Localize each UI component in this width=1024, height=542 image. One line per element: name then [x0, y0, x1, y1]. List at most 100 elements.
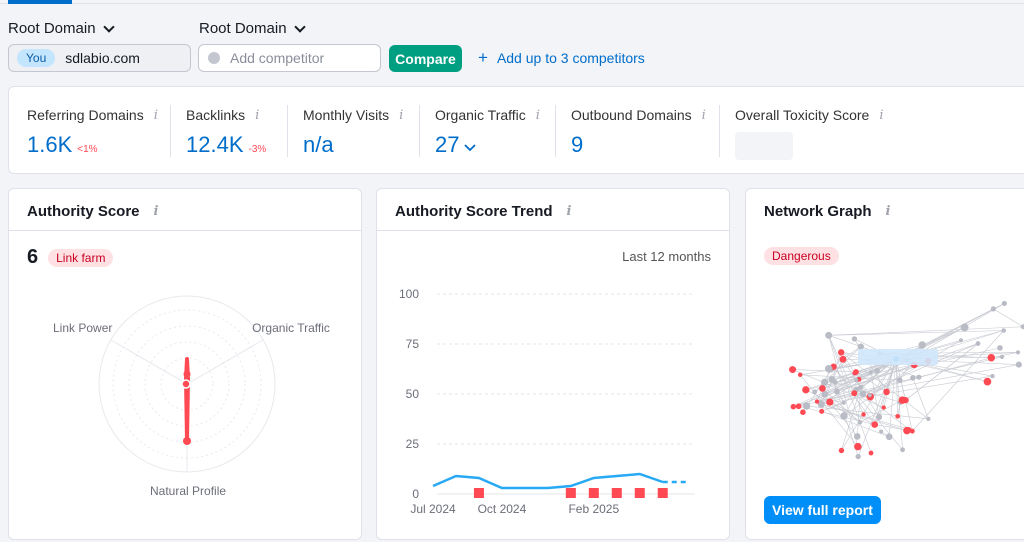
network-node[interactable]: [832, 380, 838, 385]
network-node[interactable]: [852, 370, 858, 376]
network-node[interactable]: [851, 390, 858, 397]
network-node[interactable]: [851, 336, 858, 342]
network-node[interactable]: [797, 372, 803, 378]
network-node[interactable]: [854, 442, 862, 451]
network-node[interactable]: [861, 412, 866, 417]
info-icon[interactable]: i: [154, 108, 158, 123]
info-icon[interactable]: i: [879, 108, 883, 123]
your-domain-field[interactable]: You sdlabio.com: [8, 44, 191, 72]
network-node[interactable]: [1001, 328, 1006, 333]
root-domain-dropdown-2[interactable]: Root Domain: [199, 20, 306, 37]
network-node[interactable]: [916, 374, 922, 380]
network-node[interactable]: [800, 409, 806, 415]
info-icon[interactable]: i: [255, 108, 259, 123]
metric-value[interactable]: 1.6K: [27, 132, 72, 158]
network-node[interactable]: [826, 398, 834, 406]
network-node[interactable]: [814, 399, 820, 404]
network-node[interactable]: [812, 389, 818, 395]
info-icon[interactable]: i: [567, 204, 572, 219]
network-node[interactable]: [839, 355, 847, 363]
network-node[interactable]: [1015, 361, 1022, 368]
network-node[interactable]: [881, 405, 886, 410]
network-node[interactable]: [898, 396, 907, 404]
network-node[interactable]: [867, 393, 872, 398]
network-node[interactable]: [990, 373, 995, 379]
event-marker[interactable]: [657, 488, 668, 498]
network-node[interactable]: [885, 433, 893, 441]
network-node[interactable]: [879, 429, 884, 434]
network-node[interactable]: [883, 388, 890, 396]
info-icon[interactable]: i: [536, 108, 540, 123]
network-node[interactable]: [841, 400, 846, 405]
metric-value[interactable]: 9: [571, 132, 583, 158]
network-node[interactable]: [918, 341, 926, 349]
network-node[interactable]: [790, 403, 797, 410]
network-node[interactable]: [990, 306, 997, 312]
event-marker[interactable]: [565, 488, 576, 498]
network-node[interactable]: [926, 416, 931, 421]
network-node[interactable]: [833, 388, 840, 395]
network-node[interactable]: [789, 366, 797, 374]
network-node[interactable]: [821, 390, 829, 398]
network-node[interactable]: [853, 433, 861, 440]
divider: [419, 105, 420, 157]
network-node[interactable]: [802, 402, 811, 410]
network-node[interactable]: [868, 370, 873, 375]
network-node[interactable]: [802, 386, 810, 394]
network-node[interactable]: [960, 323, 969, 332]
network-node[interactable]: [837, 349, 845, 356]
network-node[interactable]: [903, 426, 911, 435]
metric-referring-domains[interactable]: Referring Domains i 1.6K <1%: [27, 107, 158, 158]
network-node[interactable]: [875, 413, 883, 421]
chevron-down-icon[interactable]: [464, 144, 477, 152]
network-node[interactable]: [896, 377, 903, 384]
network-node[interactable]: [975, 341, 981, 347]
info-icon[interactable]: i: [702, 108, 706, 123]
network-node[interactable]: [853, 377, 859, 383]
add-competitors-link[interactable]: + Add up to 3 competitors: [478, 49, 645, 66]
view-full-report-button[interactable]: View full report: [764, 496, 881, 524]
network-node[interactable]: [874, 367, 880, 374]
network-node[interactable]: [795, 403, 802, 410]
network-graph[interactable]: [746, 259, 1024, 499]
network-node[interactable]: [859, 390, 867, 398]
network-node[interactable]: [910, 375, 916, 381]
network-node[interactable]: [987, 353, 996, 362]
metric-value[interactable]: 27: [435, 132, 459, 158]
network-node[interactable]: [871, 421, 879, 428]
network-node[interactable]: [983, 377, 992, 386]
event-marker[interactable]: [634, 488, 645, 498]
network-node[interactable]: [855, 453, 861, 460]
event-marker[interactable]: [588, 488, 599, 498]
network-node[interactable]: [997, 345, 1003, 351]
network-node[interactable]: [999, 354, 1005, 359]
info-icon[interactable]: i: [154, 204, 159, 219]
event-marker[interactable]: [611, 488, 622, 498]
info-icon[interactable]: i: [886, 204, 891, 219]
network-node[interactable]: [857, 420, 863, 425]
metric-monthly-visits[interactable]: Monthly Visits i n/a: [303, 107, 403, 158]
network-node[interactable]: [868, 450, 874, 456]
network-node[interactable]: [840, 412, 848, 420]
root-domain-dropdown-1[interactable]: Root Domain: [8, 20, 115, 37]
network-node[interactable]: [820, 378, 829, 386]
network-node[interactable]: [824, 364, 833, 373]
network-node[interactable]: [819, 408, 825, 414]
network-node[interactable]: [895, 413, 901, 419]
metric-value[interactable]: 12.4K: [186, 132, 244, 158]
competitor-input[interactable]: Add competitor: [198, 44, 381, 72]
network-node[interactable]: [1001, 300, 1007, 307]
metric-backlinks[interactable]: Backlinks i 12.4K -3%: [186, 107, 266, 158]
metric-outbound-domains[interactable]: Outbound Domains i 9: [571, 107, 706, 158]
network-node[interactable]: [825, 331, 833, 339]
compare-button[interactable]: Compare: [389, 45, 462, 72]
metric-organic-traffic[interactable]: Organic Traffic i 27: [435, 107, 540, 158]
network-node[interactable]: [900, 447, 905, 453]
info-icon[interactable]: i: [399, 108, 403, 123]
network-node[interactable]: [959, 338, 964, 343]
network-node[interactable]: [838, 447, 845, 454]
metric-toxicity-score[interactable]: Overall Toxicity Score i: [735, 107, 884, 160]
network-node[interactable]: [819, 385, 826, 392]
event-marker[interactable]: [473, 488, 484, 498]
network-node[interactable]: [1015, 350, 1021, 355]
